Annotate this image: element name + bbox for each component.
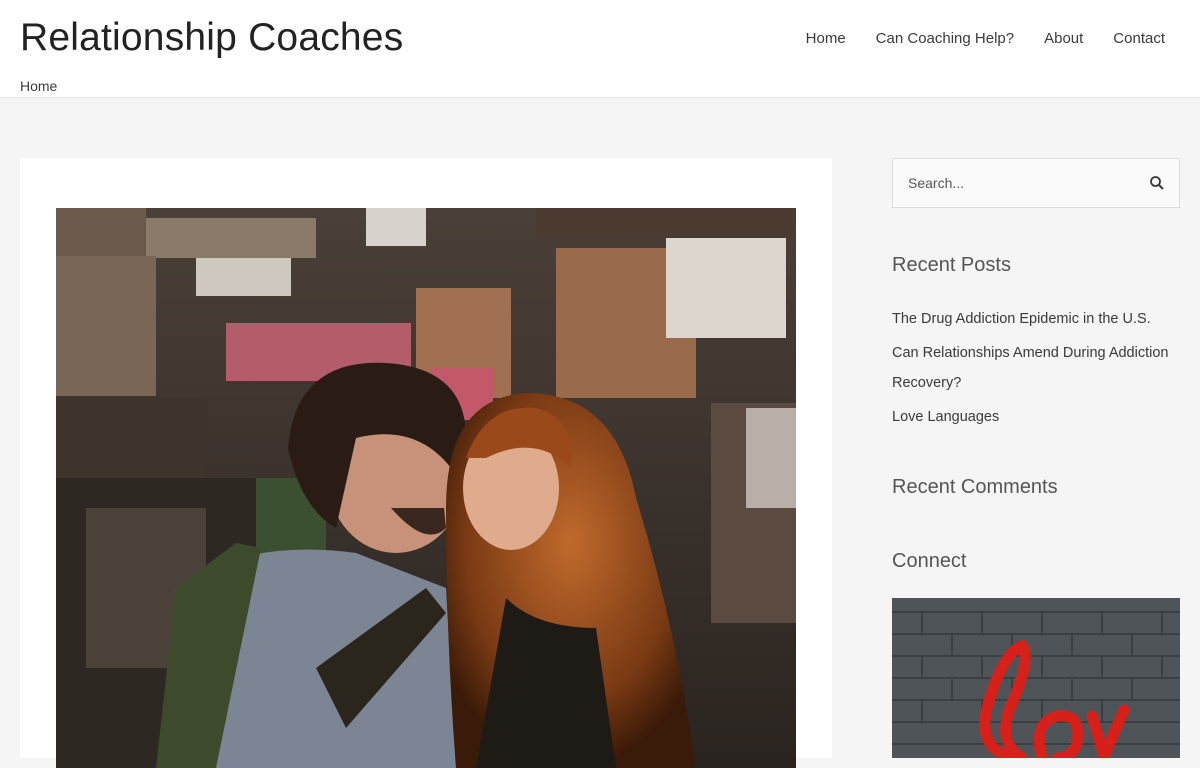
nav-contact[interactable]: Contact — [1098, 28, 1200, 49]
recent-posts-title: Recent Posts — [892, 254, 1011, 276]
nav-home[interactable]: Home — [791, 28, 861, 49]
breadcrumb[interactable]: Home — [20, 78, 57, 94]
nav-about[interactable]: About — [1029, 28, 1098, 49]
search-icon[interactable] — [1149, 175, 1165, 191]
sidebar: Recent Posts The Drug Addiction Epidemic… — [892, 158, 1180, 758]
search-form — [892, 158, 1180, 208]
couple-photo — [56, 208, 796, 768]
recent-post-link[interactable]: The Drug Addiction Epidemic in the U.S. — [892, 304, 1180, 334]
love-neon-photo — [892, 598, 1180, 758]
recent-posts-list: The Drug Addiction Epidemic in the U.S. … — [892, 304, 1180, 436]
featured-image[interactable] — [56, 208, 796, 768]
connect-image[interactable] — [892, 598, 1180, 758]
featured-post-card — [20, 158, 832, 768]
connect-title: Connect — [892, 550, 967, 572]
recent-post-link[interactable]: Can Relationships Amend During Addiction… — [892, 338, 1180, 398]
search-input[interactable] — [893, 159, 1143, 207]
site-header: Relationship Coaches Home Can Coaching H… — [0, 0, 1200, 98]
recent-post-link[interactable]: Love Languages — [892, 402, 1180, 432]
main-nav: Home Can Coaching Help? About Contact — [791, 28, 1200, 49]
recent-comments-title: Recent Comments — [892, 476, 1058, 498]
site-title[interactable]: Relationship Coaches — [20, 16, 403, 60]
nav-can-coaching-help[interactable]: Can Coaching Help? — [861, 28, 1029, 49]
